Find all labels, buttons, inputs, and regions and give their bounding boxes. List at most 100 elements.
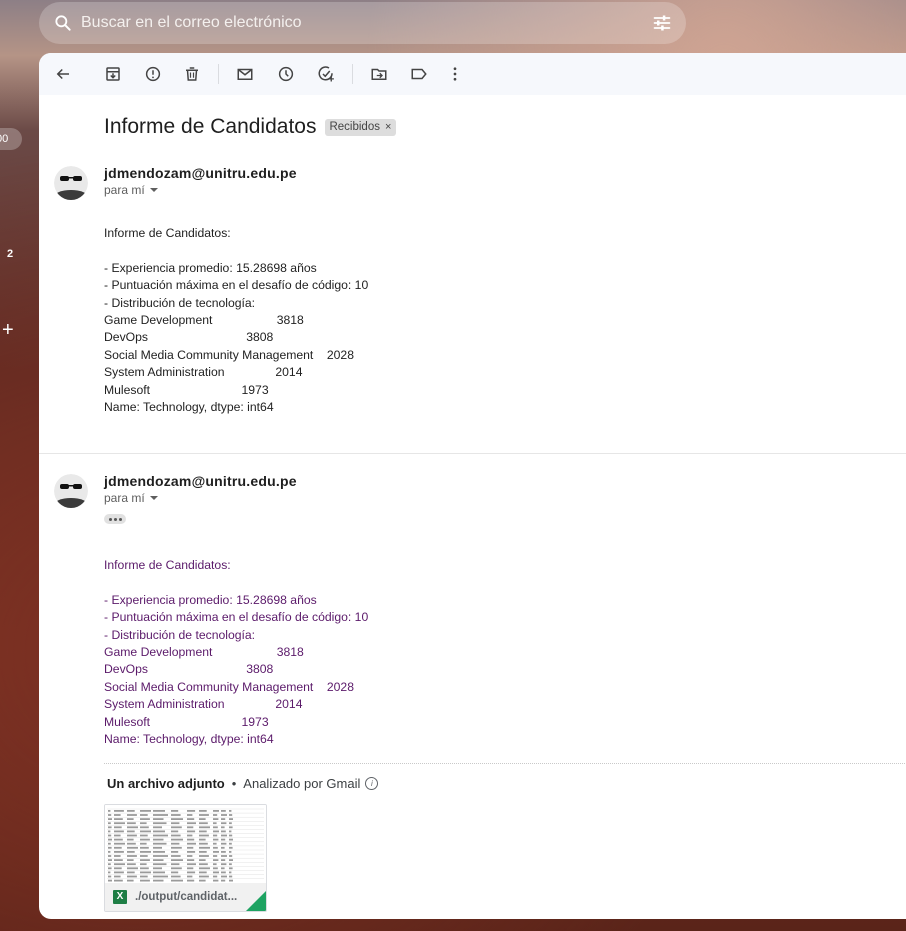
thumb-cell [127,875,137,878]
thumb-cell [127,863,136,866]
thumb-cell [140,863,147,866]
thumb-cell [213,846,218,849]
thumb-cell [229,830,232,833]
thumb-cell [199,851,207,853]
thumb-cell [114,818,123,820]
thumb-cell [171,855,181,857]
thumb-cell [140,842,147,845]
chevron-down-icon [149,188,158,192]
search-icon[interactable] [53,13,73,33]
thumb-cell [187,842,196,845]
thumb-cell [187,863,196,866]
search-input[interactable] [79,13,623,33]
thumb-cell [171,846,182,849]
inbox-label-chip[interactable]: Recibidos × [325,118,397,136]
thumb-cell [153,875,168,878]
thumb-cell [108,867,112,870]
excel-file-icon: X [113,890,127,904]
search-bar[interactable] [39,2,686,44]
thumb-cell [114,867,122,870]
attachment-filename: ./output/candidat... [135,891,238,903]
thumb-cell [140,875,148,878]
thumb-cell [114,871,124,874]
thumb-cell [213,838,219,841]
thumb-cell [171,863,180,866]
mark-unread-icon[interactable] [235,64,255,84]
thumb-cell [199,855,209,857]
thumb-cell [187,810,196,812]
thumb-cell [140,846,149,849]
thumb-cell [187,822,196,825]
rail-count[interactable]: 00 [0,128,22,150]
thumb-cell [114,859,123,861]
recipient-toggle[interactable]: para mí [104,183,158,197]
thumb-cell [171,871,179,874]
thumb-cell [229,879,233,882]
thumb-cell [199,838,206,841]
thumb-cell [187,826,194,829]
rail-add-button[interactable]: + [2,320,14,340]
thumb-cell [114,879,123,882]
more-vert-icon[interactable] [445,64,465,84]
thumb-cell [108,818,112,820]
thumb-cell [140,830,151,833]
avatar[interactable] [54,474,88,508]
thumb-cell [221,814,227,816]
sender-email[interactable]: jdmendozam@unitru.edu.pe [104,165,297,181]
thumb-cell [213,814,218,816]
thumb-cell [229,818,233,820]
thumb-cell [199,863,208,866]
thumb-cell [127,859,134,861]
thumb-cell [108,826,112,829]
thumb-cell [153,810,165,812]
thumb-cell [213,863,217,866]
add-task-icon[interactable] [316,64,336,84]
thumb-cell [221,851,226,853]
thumb-cell [199,879,206,882]
thumb-cell [199,830,207,833]
thumb-cell [108,855,112,857]
left-rail: 00 2 + [0,0,39,931]
label-icon[interactable] [409,64,429,84]
message-body: Informe de Candidatos: - Experiencia pro… [104,226,369,415]
thumb-cell [153,822,167,825]
info-icon[interactable]: i [365,777,379,790]
thumb-cell [114,875,121,878]
thumb-cell [114,822,125,825]
thumb-cell [171,814,181,816]
thumb-cell [199,859,206,861]
thumb-cell [153,826,162,829]
chevron-down-icon [149,496,158,500]
thumb-cell [213,879,219,882]
show-trimmed-content-button[interactable] [104,514,126,524]
email-subject: Informe de Candidatos [104,115,317,138]
rail-badge[interactable]: 2 [7,248,13,260]
thumb-cell [221,826,225,829]
attachment-card[interactable]: X ./output/candidat... [104,804,267,912]
move-to-icon[interactable] [369,64,389,84]
remove-label-icon[interactable]: × [385,121,391,133]
thumb-cell [187,830,196,833]
thumb-cell [187,859,195,861]
thumb-cell [114,814,121,816]
back-arrow-icon[interactable] [53,64,73,84]
thumb-cell [127,842,136,845]
thumb-cell [108,863,111,866]
thumb-cell [199,826,210,829]
recipient-toggle[interactable]: para mí [104,491,158,505]
thumb-cell [213,822,217,825]
report-spam-icon[interactable] [143,64,163,84]
archive-icon[interactable] [103,64,123,84]
thumb-cell [199,842,208,845]
thumb-cell [229,859,233,861]
snooze-icon[interactable] [276,64,296,84]
sender-email[interactable]: jdmendozam@unitru.edu.pe [104,473,297,489]
avatar[interactable] [54,166,88,200]
thumb-cell [153,855,168,857]
thumb-cell [221,859,226,861]
thumb-cell [187,818,195,820]
tune-icon[interactable] [652,13,672,33]
delete-icon[interactable] [182,64,202,84]
thumb-cell [140,818,150,820]
thumb-cell [187,846,194,849]
